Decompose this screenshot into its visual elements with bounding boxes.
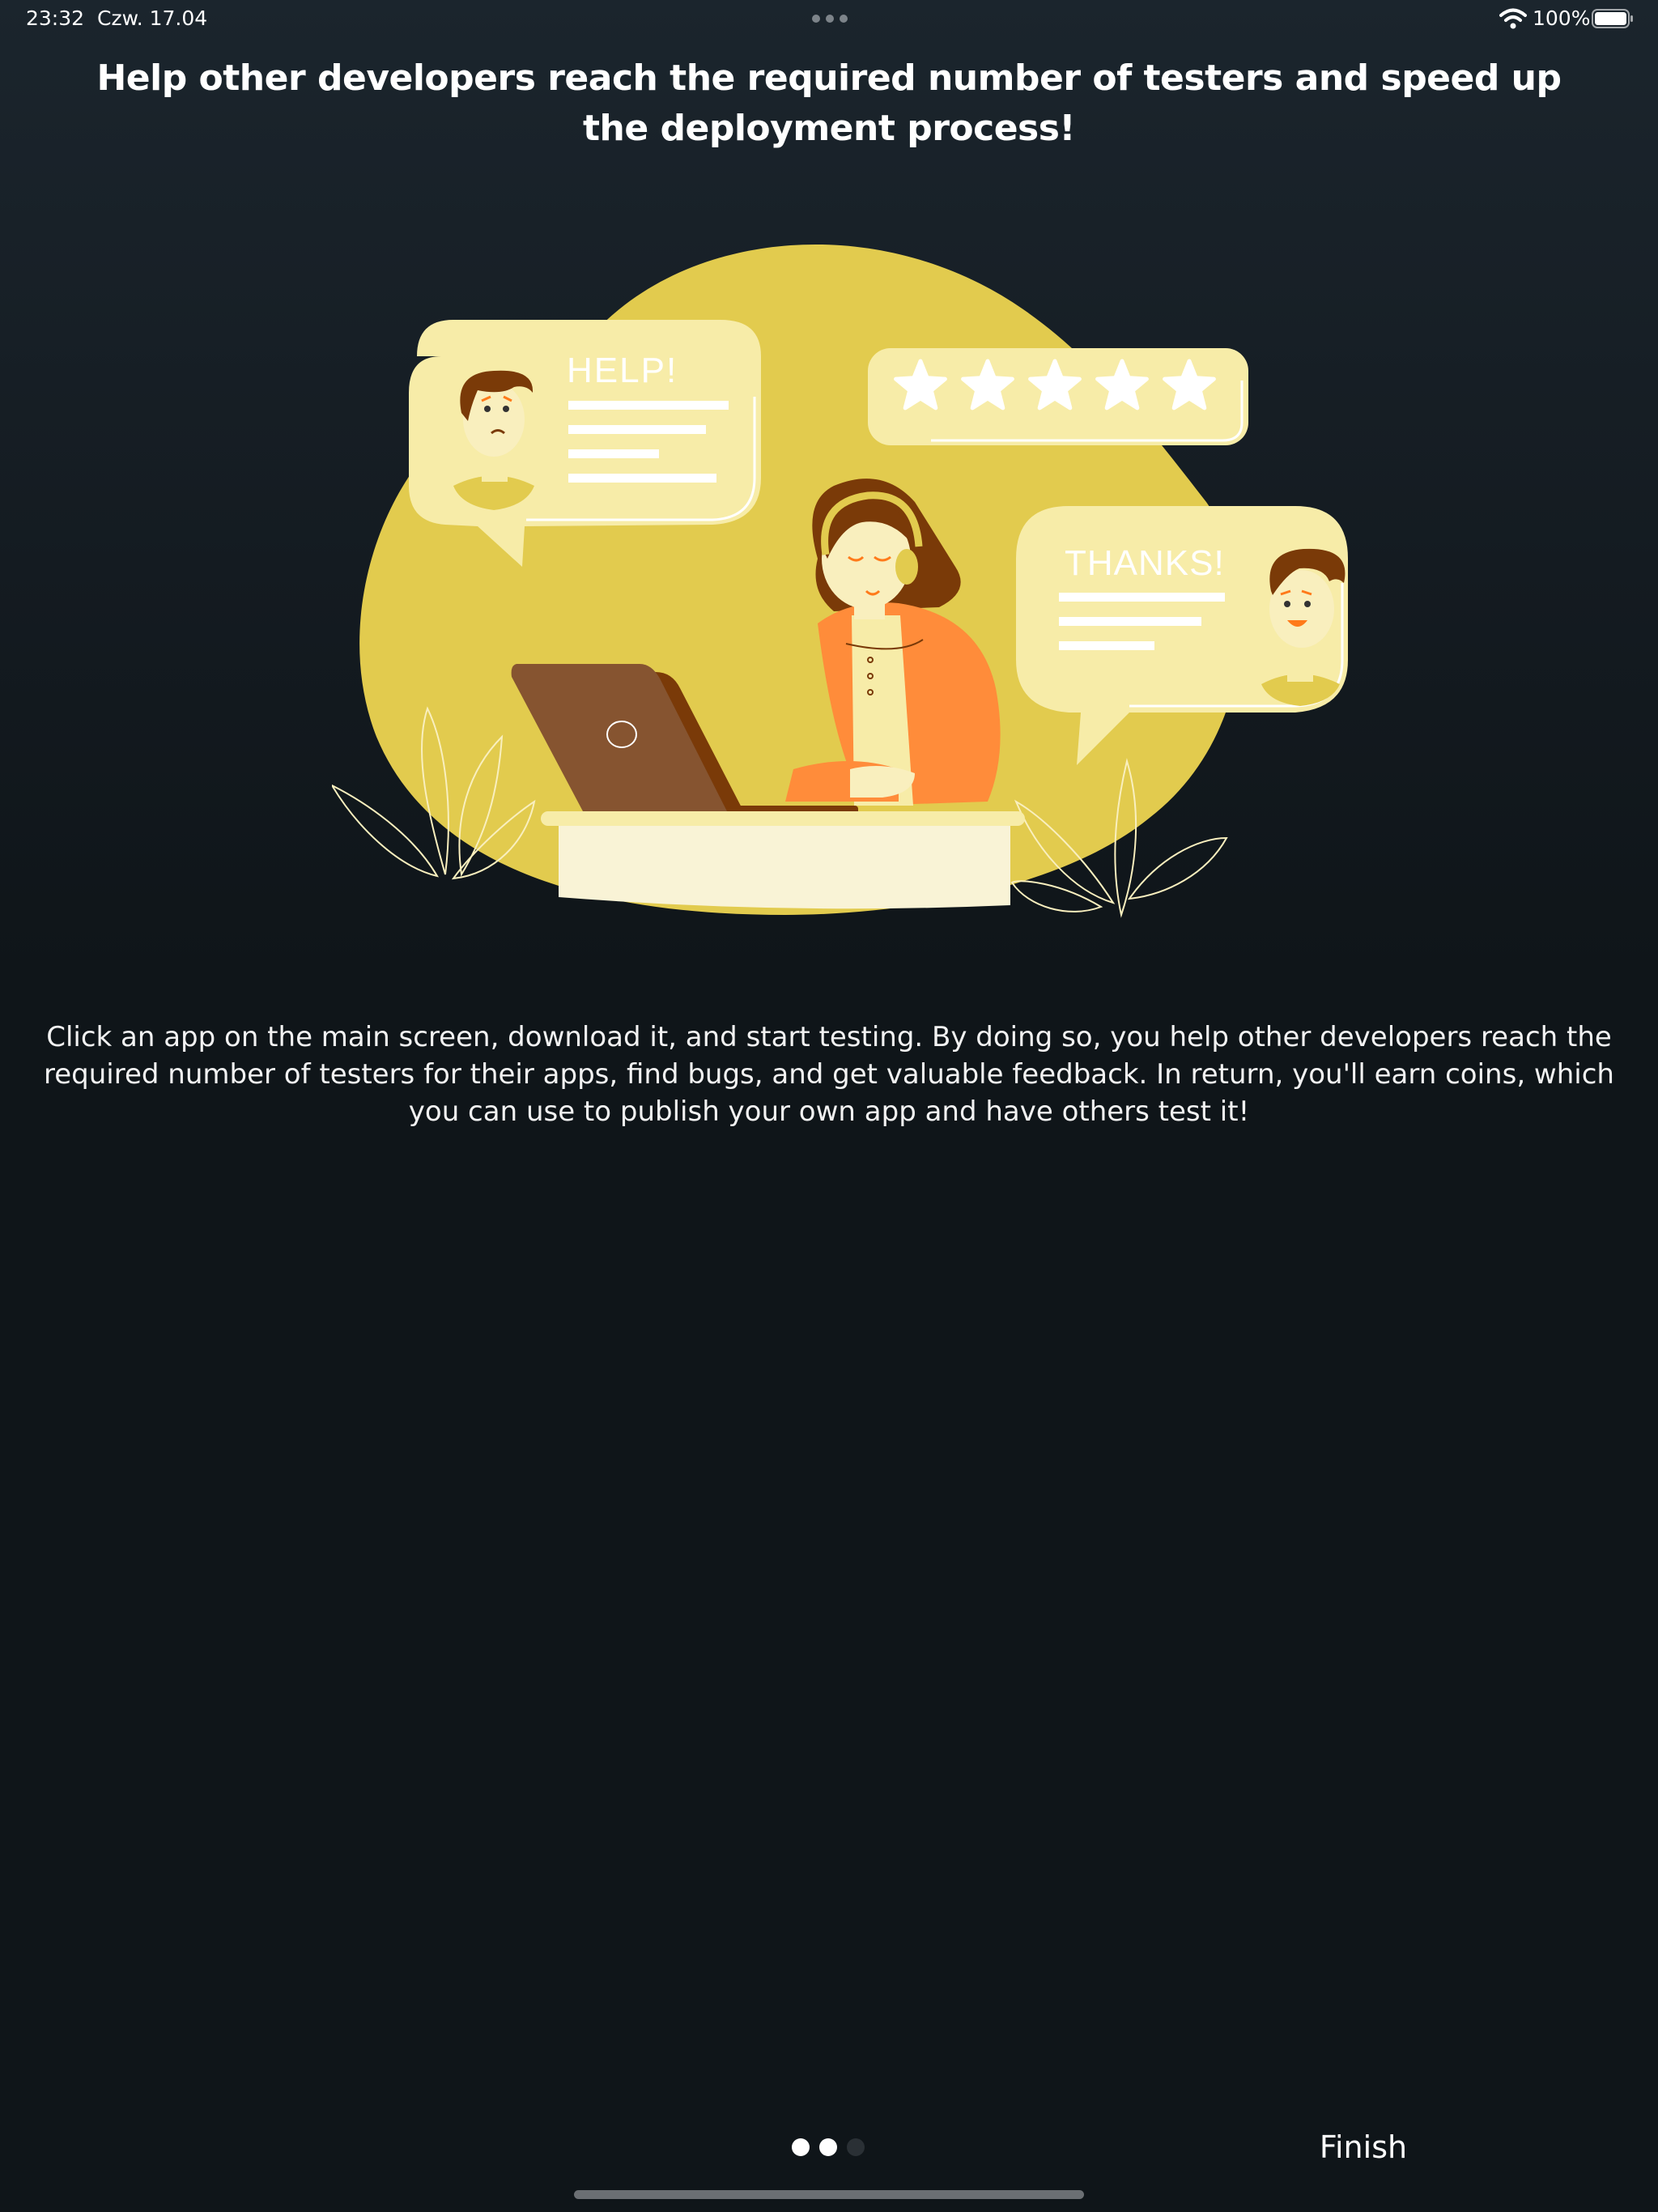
thanks-bubble-text: THANKS! bbox=[1065, 543, 1225, 583]
battery-percent: 100% bbox=[1533, 6, 1591, 30]
page-dot[interactable] bbox=[792, 2138, 810, 2156]
help-bubble-text: HELP! bbox=[567, 351, 678, 390]
page-indicator[interactable] bbox=[792, 2138, 866, 2158]
onboarding-headline: Help other developers reach the required… bbox=[96, 57, 1562, 149]
wifi-icon bbox=[1499, 8, 1527, 29]
status-time: 23:32 bbox=[26, 6, 85, 30]
multitasking-dots-icon[interactable] bbox=[812, 15, 848, 23]
finish-button[interactable]: Finish bbox=[1295, 2125, 1431, 2170]
home-indicator[interactable] bbox=[574, 2190, 1084, 2199]
status-bar: 23:32 Czw. 17.04 100% bbox=[0, 0, 1658, 40]
page-dot[interactable] bbox=[819, 2138, 837, 2156]
status-date: Czw. 17.04 bbox=[97, 6, 208, 30]
onboarding-description: Click an app on the main screen, downloa… bbox=[44, 1021, 1614, 1128]
desk bbox=[541, 811, 1025, 909]
battery-icon bbox=[1592, 9, 1633, 28]
onboarding-illustration: HELP! THANKS! bbox=[332, 244, 1348, 918]
rating-bubble bbox=[868, 348, 1248, 445]
page-dot[interactable] bbox=[847, 2138, 865, 2156]
